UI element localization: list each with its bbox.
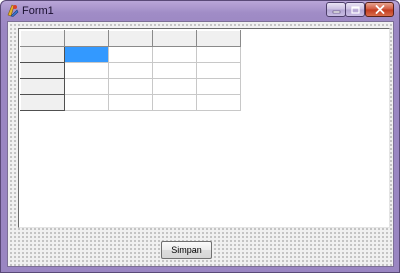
maximize-button[interactable] [345,2,365,17]
save-button[interactable]: Simpan [161,241,212,259]
grid-row [20,46,241,63]
grid-cell[interactable] [152,62,197,79]
grid-header-cell[interactable] [64,30,109,47]
grid-row-header[interactable] [20,62,65,79]
form-client-area: Simpan [7,21,394,267]
grid-row-header[interactable] [20,46,65,63]
grid-row [20,62,241,79]
grid-cell[interactable] [108,46,153,63]
grid-header-cell[interactable] [152,30,197,47]
grid-row [20,78,241,95]
grid-cell[interactable] [196,46,241,63]
grid-header-row [20,30,241,47]
minimize-icon [332,10,340,13]
close-icon [375,5,384,14]
grid-row-header[interactable] [20,94,65,111]
grid-cell[interactable] [196,78,241,95]
grid-header-cell[interactable] [20,30,65,47]
close-button[interactable] [365,2,394,17]
grid-table [20,30,241,111]
grid-row [20,94,241,111]
grid-header-cell[interactable] [108,30,153,47]
grid-cell[interactable] [152,94,197,111]
grid-cell[interactable] [64,78,109,95]
maximize-icon [350,5,360,14]
window-title: Form1 [22,5,54,17]
minimize-button[interactable] [326,2,346,17]
string-grid[interactable] [18,28,390,228]
grid-cell[interactable] [64,62,109,79]
grid-cell[interactable] [108,78,153,95]
grid-cell[interactable] [108,62,153,79]
grid-cell[interactable] [64,94,109,111]
grid-cell-selected[interactable] [64,46,109,63]
grid-cell[interactable] [196,62,241,79]
grid-cell[interactable] [196,94,241,111]
grid-row-header[interactable] [20,78,65,95]
title-bar[interactable]: Form1 [1,1,399,21]
form-window: Form1 Simpan [0,0,400,273]
grid-cell[interactable] [152,78,197,95]
grid-header-cell[interactable] [196,30,241,47]
grid-cell[interactable] [108,94,153,111]
grid-cell[interactable] [152,46,197,63]
app-icon [7,4,19,17]
